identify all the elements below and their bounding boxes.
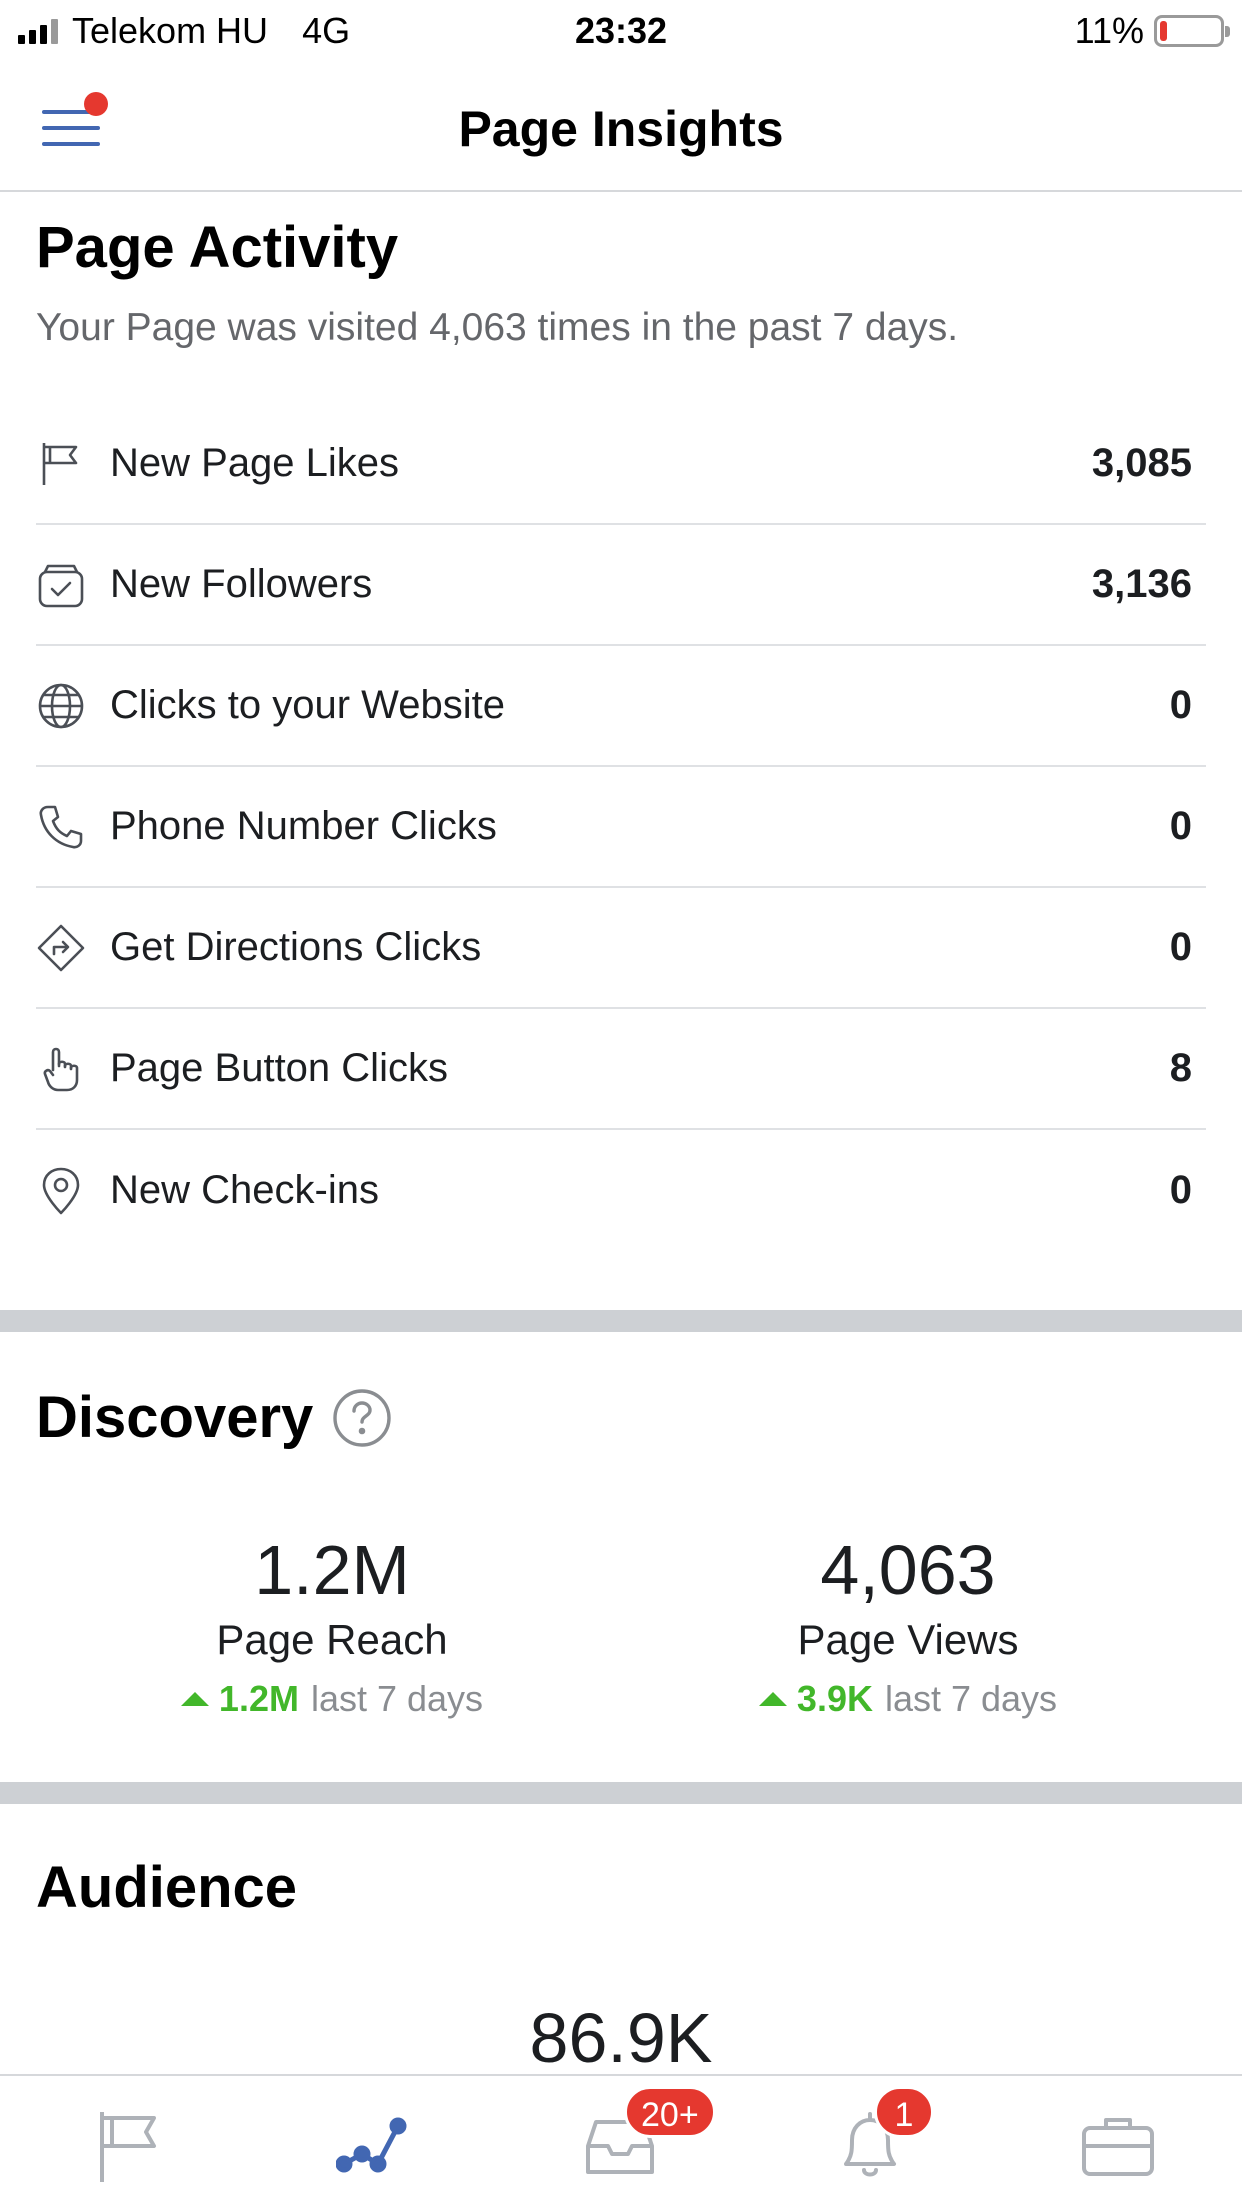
page-views-value: 4,063 (820, 1531, 996, 1609)
trend-value: 3.9K (796, 1678, 873, 1719)
directions-icon (36, 923, 86, 973)
metric-label: Page Button Clicks (110, 1046, 448, 1090)
trend-up-icon (758, 1692, 787, 1706)
section-divider (0, 1310, 1242, 1332)
page-views-stat[interactable]: 4,063 Page Views 3.9K last 7 days (628, 1530, 1188, 1720)
discovery-title: Discovery (36, 1385, 314, 1450)
metric-value: 0 (1169, 925, 1192, 969)
flag-icon (100, 2112, 156, 2182)
page-reach-value: 1.2M (254, 1531, 410, 1609)
battery-level (1160, 21, 1167, 41)
status-right: 11% (1074, 10, 1230, 52)
pointer-hand-icon (36, 1044, 86, 1094)
metric-label: Clicks to your Website (110, 683, 505, 727)
globe-icon (36, 681, 86, 731)
trend-value: 1.2M (218, 1678, 299, 1719)
tab-tools[interactable] (1078, 2106, 1158, 2186)
location-pin-icon (36, 1166, 86, 1216)
phone-icon (36, 802, 86, 852)
tab-insights[interactable] (335, 2106, 416, 2186)
metrics-list: New Page Likes 3,085 New Followers 3,136… (36, 404, 1206, 1251)
insights-icon (335, 2117, 407, 2173)
tab-page[interactable] (88, 2106, 168, 2186)
metric-value: 0 (1169, 1168, 1192, 1212)
page-activity-title: Page Activity (36, 215, 399, 280)
metric-row-new-page-likes[interactable]: New Page Likes 3,085 (36, 404, 1206, 525)
metric-row-phone-clicks[interactable]: Phone Number Clicks 0 (36, 767, 1206, 888)
flag-icon (36, 439, 86, 489)
metric-value: 0 (1169, 683, 1192, 727)
metric-row-website-clicks[interactable]: Clicks to your Website 0 (36, 646, 1206, 767)
battery-icon (1154, 15, 1230, 47)
metric-row-directions-clicks[interactable]: Get Directions Clicks 0 (36, 888, 1206, 1009)
trend-period: last 7 days (884, 1678, 1058, 1719)
metric-label: Get Directions Clicks (110, 925, 482, 969)
briefcase-icon (1082, 2118, 1154, 2176)
clock: 23:32 (574, 10, 668, 51)
metric-value: 3,136 (1091, 562, 1192, 606)
metric-row-check-ins[interactable]: New Check-ins 0 (36, 1130, 1206, 1251)
inbox-badge: 20+ (624, 2086, 716, 2138)
notifications-badge: 1 (874, 2086, 934, 2138)
metric-label: New Check-ins (110, 1168, 379, 1212)
page-reach-trend: 1.2M last 7 days (52, 1678, 612, 1720)
tab-notifications[interactable]: 1 (830, 2086, 934, 2186)
metric-label: Phone Number Clicks (110, 804, 497, 848)
page-activity-subtitle: Your Page was visited 4,063 times in the… (36, 306, 959, 349)
metric-value: 8 (1169, 1046, 1192, 1090)
metric-value: 3,085 (1091, 441, 1192, 485)
audience-value: 86.9K (529, 1999, 713, 2077)
metric-value: 0 (1169, 804, 1192, 848)
tab-bar: 20+ 1 (0, 2074, 1242, 2208)
help-icon[interactable] (332, 1388, 392, 1448)
trend-up-icon (180, 1692, 209, 1706)
metric-label: New Followers (110, 562, 373, 606)
page-reach-stat[interactable]: 1.2M Page Reach 1.2M last 7 days (52, 1530, 612, 1720)
metric-row-new-followers[interactable]: New Followers 3,136 (36, 525, 1206, 646)
metric-label: New Page Likes (110, 441, 400, 485)
top-header: Page Insights (0, 64, 1242, 192)
tab-inbox[interactable]: 20+ (580, 2086, 716, 2186)
page-title: Page Insights (458, 101, 784, 157)
page-reach-label: Page Reach (216, 1616, 448, 1663)
page-views-label: Page Views (797, 1616, 1019, 1663)
trend-period: last 7 days (310, 1678, 484, 1719)
followers-icon (36, 560, 86, 610)
metric-row-button-clicks[interactable]: Page Button Clicks 8 (36, 1009, 1206, 1130)
section-divider (0, 1782, 1242, 1804)
status-bar: Telekom HU 4G 23:32 11% (0, 0, 1242, 64)
page-views-trend: 3.9K last 7 days (628, 1678, 1188, 1720)
audience-title: Audience (36, 1855, 298, 1920)
battery-percent: 11% (1074, 10, 1144, 51)
